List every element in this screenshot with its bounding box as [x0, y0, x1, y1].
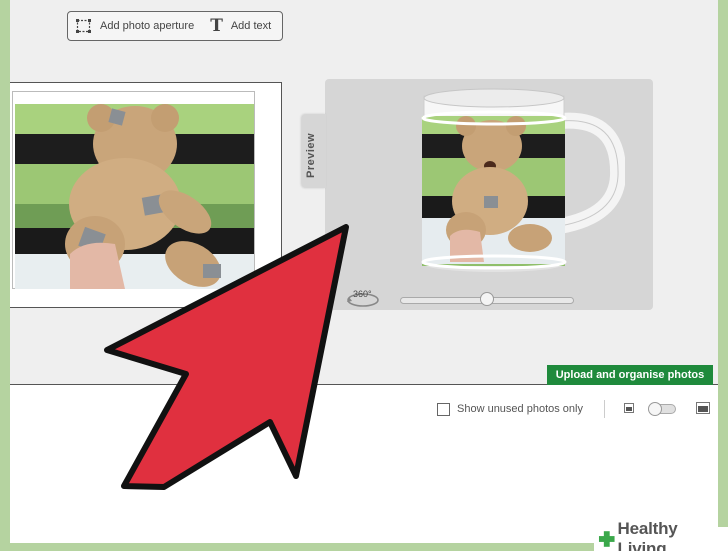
- add-photo-aperture-label: Add photo aperture: [100, 20, 195, 32]
- text-icon: T: [210, 15, 223, 36]
- controls-divider: [604, 400, 605, 418]
- watermark-text: Healthy Living: [617, 519, 678, 551]
- add-text-button[interactable]: T Add text: [210, 15, 272, 36]
- thumbnail-size-toggle-knob[interactable]: [648, 402, 662, 416]
- preview-tab-label: Preview: [305, 132, 317, 178]
- plus-icon: [598, 531, 615, 547]
- show-unused-label: Show unused photos only: [457, 403, 583, 415]
- upload-organise-photos-button[interactable]: Upload and organise photos: [547, 365, 713, 385]
- add-text-label: Add text: [230, 20, 272, 32]
- small-photo-icon[interactable]: [624, 403, 634, 413]
- rotation-slider-handle[interactable]: [480, 292, 494, 306]
- healthy-living-watermark: Healthy Living: [594, 519, 728, 551]
- show-unused-checkbox[interactable]: [437, 403, 450, 416]
- frame-left: [0, 0, 10, 551]
- large-photo-icon[interactable]: [696, 402, 710, 414]
- frame-right: [718, 0, 728, 551]
- add-photo-aperture-button[interactable]: Add photo aperture: [76, 19, 194, 33]
- photo-aperture[interactable]: [12, 91, 255, 289]
- mug-preview: [421, 88, 625, 272]
- editor-toolbar: Add photo aperture T Add text: [67, 11, 283, 41]
- rotate-360-label: 360°: [353, 289, 372, 299]
- teddy-bear-photo: [15, 104, 254, 289]
- photo-aperture-icon: [76, 19, 91, 33]
